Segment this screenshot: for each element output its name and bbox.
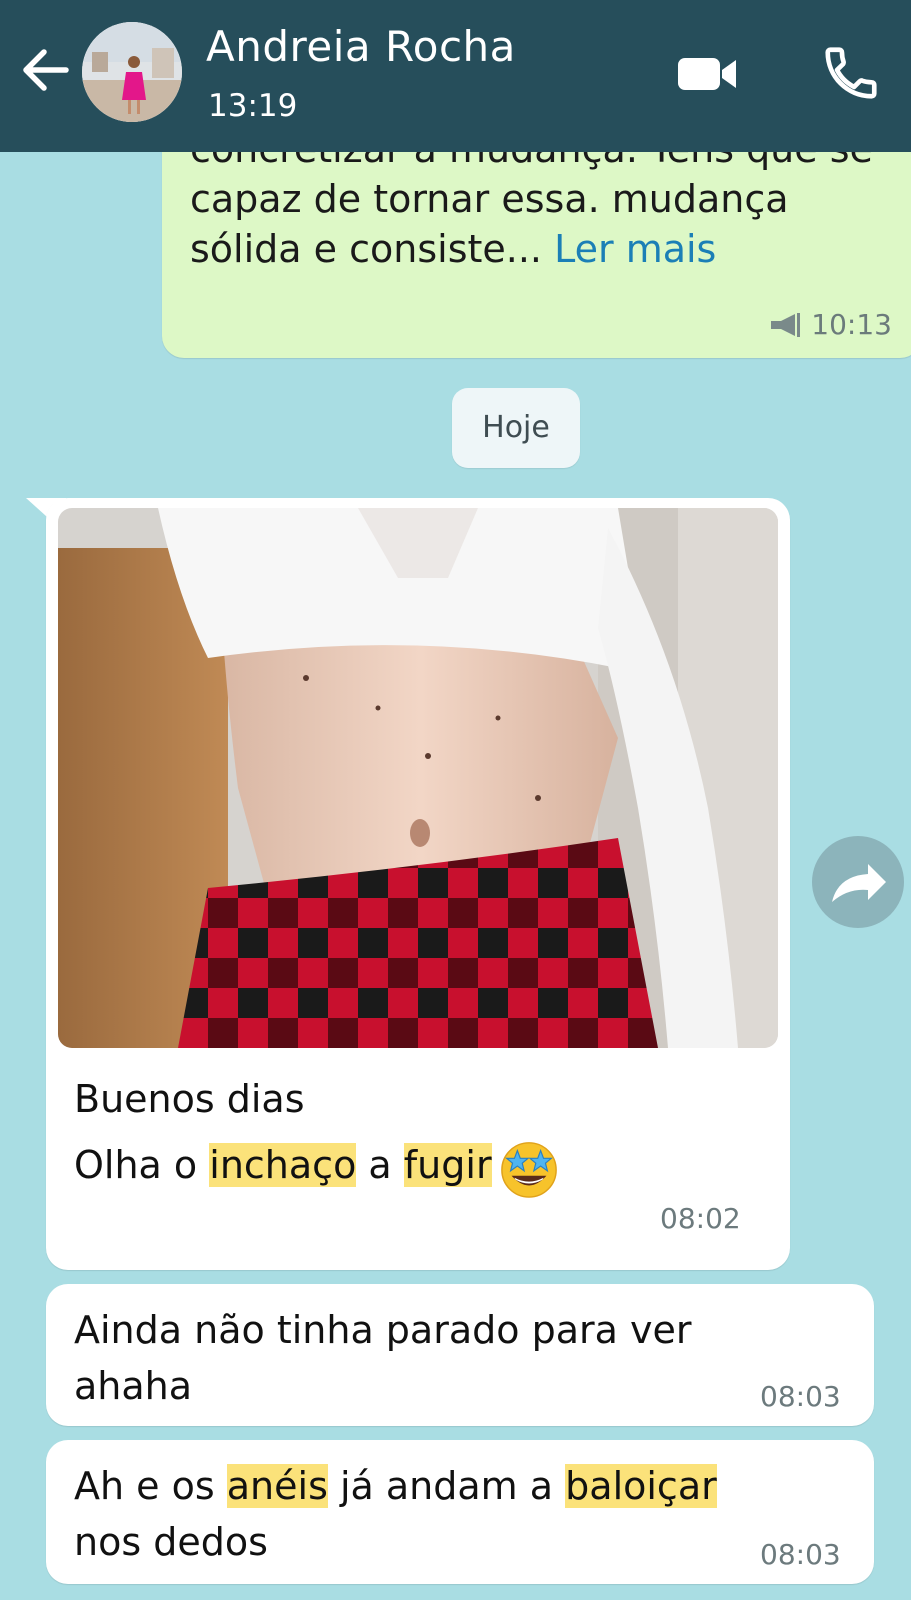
caption-text-b: a bbox=[368, 1143, 392, 1187]
back-button[interactable] bbox=[18, 42, 74, 98]
caption-line-1: Buenos dias bbox=[74, 1077, 305, 1121]
phone-icon bbox=[825, 47, 877, 99]
message-time: 08:03 bbox=[760, 1380, 841, 1413]
incoming-message-bubble[interactable]: Ah e os anéis já andam a baloiçar nos de… bbox=[46, 1440, 874, 1584]
incoming-message-bubble[interactable]: Ainda não tinha parado para ver ahaha 08… bbox=[46, 1284, 874, 1426]
incoming-image-message[interactable]: Buenos dias Olha o inchaço a fugir 08:02 bbox=[46, 498, 790, 1270]
highlighted-word-fugir: fugir bbox=[403, 1143, 492, 1187]
image-caption: Buenos dias Olha o inchaço a fugir bbox=[74, 1066, 560, 1199]
message-line-2: ahaha bbox=[74, 1364, 193, 1408]
highlighted-word-inchaco: inchaço bbox=[209, 1143, 357, 1187]
photo-image bbox=[58, 508, 778, 1048]
message-photo[interactable] bbox=[58, 508, 778, 1048]
avatar[interactable] bbox=[82, 22, 182, 122]
message-line-1: Ainda não tinha parado para ver bbox=[74, 1308, 692, 1352]
message-time: 08:03 bbox=[760, 1538, 841, 1571]
chat-header: Andreia Rocha 13:19 bbox=[0, 0, 911, 152]
message-text-a: Ah e os bbox=[74, 1464, 215, 1508]
highlighted-word-baloicar: baloiçar bbox=[565, 1464, 717, 1508]
megaphone-icon bbox=[771, 312, 801, 337]
caption-text-a: Olha o bbox=[74, 1143, 198, 1187]
video-call-icon bbox=[678, 58, 736, 90]
message-line-2: nos dedos bbox=[74, 1520, 268, 1564]
message-time: 08:02 bbox=[660, 1202, 741, 1235]
read-more-link[interactable]: Ler mais bbox=[554, 227, 716, 271]
avatar-image bbox=[82, 22, 182, 122]
contact-name[interactable]: Andreia Rocha bbox=[206, 22, 516, 71]
voice-call-button[interactable] bbox=[820, 42, 882, 104]
forward-button[interactable] bbox=[812, 836, 904, 928]
forward-share-icon bbox=[832, 864, 886, 902]
outgoing-line-2: capaz de tornar essa. mudança bbox=[190, 177, 789, 221]
outgoing-line-3: sólida e consiste... bbox=[190, 227, 543, 271]
message-text: Ainda não tinha parado para ver ahaha bbox=[74, 1302, 814, 1414]
outgoing-meta: 10:13 bbox=[769, 308, 892, 341]
video-call-button[interactable] bbox=[676, 46, 742, 102]
star-struck-emoji-icon bbox=[500, 1141, 557, 1198]
back-arrow-icon bbox=[23, 49, 69, 91]
message-text-b: já andam a bbox=[339, 1464, 554, 1508]
outgoing-time: 10:13 bbox=[811, 308, 892, 341]
contact-status: 13:19 bbox=[208, 88, 298, 124]
date-divider: Hoje bbox=[452, 388, 580, 468]
highlighted-word-aneis: anéis bbox=[226, 1464, 328, 1508]
message-text: Ah e os anéis já andam a baloiçar nos de… bbox=[74, 1458, 814, 1570]
